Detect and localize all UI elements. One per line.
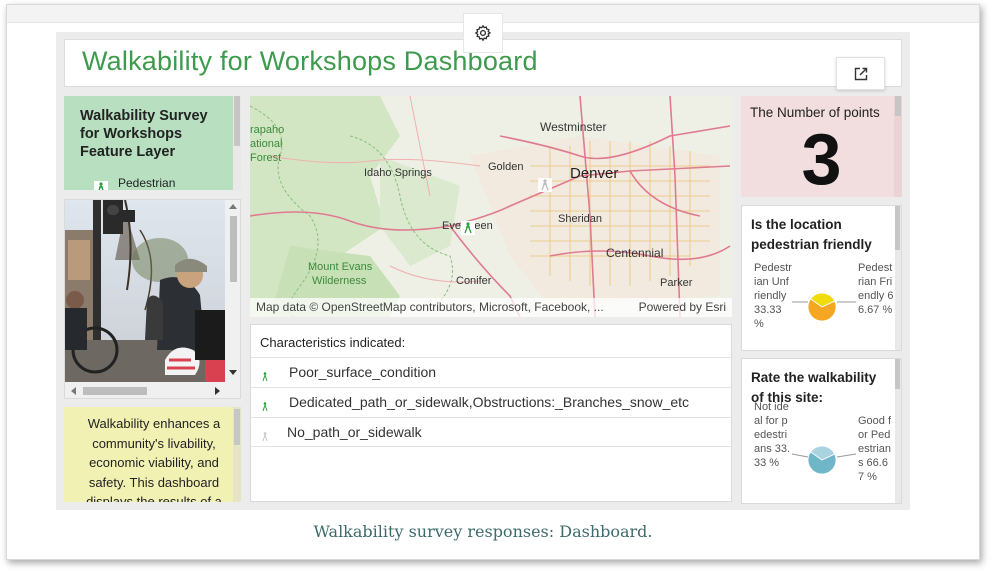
- settings-button[interactable]: [463, 13, 503, 53]
- list-item-label: Poor_surface_condition: [289, 364, 437, 380]
- list-item[interactable]: No_path_or_sidewalk: [251, 417, 731, 447]
- map-label-forest: Forest: [250, 152, 281, 164]
- map-attribution: Map data © OpenStreetMap contributors, M…: [250, 298, 732, 317]
- pie-rate-scrollbar[interactable]: [895, 359, 901, 503]
- photo-panel: [64, 199, 241, 399]
- legend-item-label: Pedestrian: [118, 176, 176, 190]
- map-label-sheridan: Sheridan: [558, 213, 602, 225]
- pedestrian-icon: [261, 429, 269, 445]
- open-in-new-window-button[interactable]: [836, 57, 885, 90]
- map-label-centennial: Centennial: [606, 246, 663, 260]
- map-marker-evergreen: [461, 221, 475, 235]
- pie-chart-friendly: [792, 292, 856, 322]
- list-item[interactable]: Poor_surface_condition: [251, 357, 731, 387]
- map-label-golden: Golden: [488, 161, 523, 173]
- count-indicator-value: 3: [801, 120, 842, 197]
- figure-caption: Walkability survey responses: Dashboard.: [313, 522, 653, 541]
- pedestrian-symbol-icon: [94, 181, 108, 190]
- pie-friendly-scrollbar[interactable]: [895, 206, 901, 350]
- pedestrian-icon: [261, 369, 269, 385]
- pedestrian-icon: [261, 399, 269, 415]
- map-label-national: ational: [250, 138, 282, 150]
- map-attribution-text: Map data © OpenStreetMap contributors, M…: [256, 300, 604, 314]
- pie-chart-rate: [791, 445, 857, 475]
- map-marker-golden: [538, 178, 552, 192]
- map-label-parker: Parker: [660, 277, 693, 289]
- characteristics-list-panel: Characteristics indicated: Poor_surface_…: [250, 324, 732, 502]
- map-label-arapaho: rapaho: [250, 124, 284, 136]
- legend-scrollbar[interactable]: [233, 96, 241, 190]
- intro-text-panel: Walkability enhances a community's livab…: [64, 407, 241, 502]
- photo-vertical-scrollbar[interactable]: [225, 200, 240, 382]
- external-link-icon: [854, 67, 867, 80]
- legend-item: Pedestrian: [94, 176, 175, 190]
- map-label-wilderness: Wilderness: [312, 275, 367, 287]
- map-label-mount-evans: Mount Evans: [308, 261, 373, 273]
- map-canvas[interactable]: rapaho ational Forest Westminster Golden…: [250, 96, 732, 317]
- site-photo: [65, 200, 225, 382]
- map-label-denver: Denver: [570, 165, 618, 182]
- count-scrollbar[interactable]: [894, 96, 902, 197]
- map-label-westminster: Westminster: [540, 120, 606, 134]
- powered-by-esri[interactable]: Powered by Esri: [639, 300, 726, 314]
- legend-title: Walkability Survey for Workshops Feature…: [80, 108, 208, 160]
- gear-icon: [474, 24, 492, 42]
- list-item-label: No_path_or_sidewalk: [287, 424, 422, 440]
- map-panel[interactable]: rapaho ational Forest Westminster Golden…: [250, 96, 732, 317]
- intro-text: Walkability enhances a community's livab…: [86, 416, 222, 502]
- legend-panel: Walkability Survey for Workshops Feature…: [64, 96, 241, 190]
- list-item-label: Dedicated_path_or_sidewalk,Obstructions:…: [289, 394, 690, 410]
- photo-horizontal-scrollbar[interactable]: [65, 382, 240, 398]
- count-indicator-panel: The Number of points 3: [741, 96, 902, 197]
- map-label-idaho-springs: Idaho Springs: [364, 167, 432, 179]
- characteristics-header: Characteristics indicated:: [260, 335, 406, 350]
- list-item[interactable]: Dedicated_path_or_sidewalk,Obstructions:…: [251, 387, 731, 417]
- intro-scrollbar[interactable]: [233, 407, 241, 502]
- pie-chart-panel-friendly: Is the location pedestrian friendly Pede…: [741, 205, 902, 351]
- map-label-conifer: Conifer: [456, 275, 492, 287]
- pie-chart-panel-rate: Rate the walkability of this site: Not i…: [741, 358, 902, 504]
